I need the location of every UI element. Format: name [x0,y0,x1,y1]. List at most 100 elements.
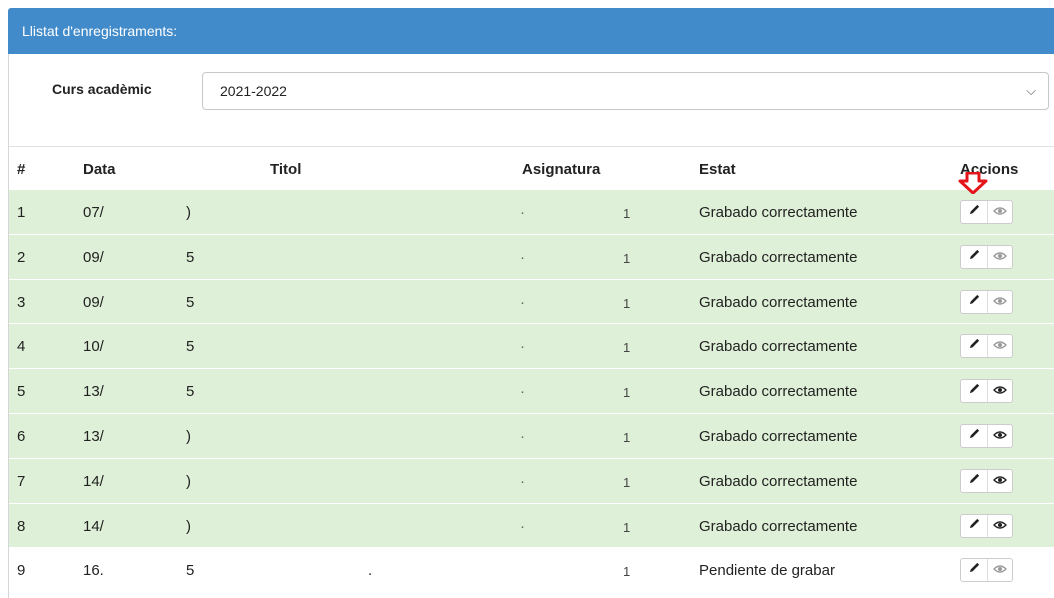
row-actions [960,558,1013,583]
row-number: 8 [17,517,26,535]
eye-icon [993,428,1007,443]
eye-icon [993,338,1007,353]
table-row: 9 16. 5. 1 Pendiente de grabar [9,547,1054,593]
row-data: 10/ [83,338,104,356]
row-actions [960,424,1013,448]
eye-icon [993,473,1007,488]
row-actions [960,289,1013,314]
column-header-data[interactable]: Data [83,161,116,178]
column-header-num[interactable]: # [17,161,25,178]
row-titol: . [368,562,373,580]
row-estat: Pendiente de grabar [699,562,835,580]
row-asignatura-mark: · [520,383,525,401]
eye-icon [993,518,1007,533]
view-button[interactable] [987,246,1013,268]
row-number: 7 [17,472,26,490]
edit-button[interactable] [961,245,988,268]
column-header-estat[interactable]: Estat [699,161,736,178]
table-row: 1 07/) · 1 Grabado correctamente [9,189,1054,234]
divider [9,146,1054,147]
row-data: 13/ [83,428,104,445]
row-asignatura: 1 [623,430,631,445]
row-asignatura: 1 [623,340,631,356]
pencil-icon [968,338,981,353]
row-estat: Grabado correctamente [699,204,858,221]
view-button[interactable] [987,380,1013,402]
row-number: 5 [17,383,26,401]
row-estat: Grabado correctamente [699,293,858,311]
row-asignatura: 1 [623,385,631,401]
row-data: 09/ [83,248,104,266]
row-data-fragment: 5 [186,248,195,266]
row-actions [960,513,1013,538]
view-button[interactable] [987,470,1013,492]
table-row: 7 14/) · 1 Grabado correctamente [9,457,1054,503]
row-estat: Grabado correctamente [699,428,858,445]
pencil-icon [968,204,981,219]
red-down-arrow-icon [958,172,988,194]
panel-title: Llistat d'enregistraments: [22,23,178,39]
row-estat: Grabado correctamente [699,338,858,356]
row-number: 1 [17,204,26,221]
curs-academic-label: Curs acadèmic [52,81,152,97]
view-button[interactable] [987,201,1013,223]
row-data: 14/ [83,517,104,535]
table-row: 4 10/5 · 1 Grabado correctamente [9,323,1054,369]
view-button[interactable] [987,291,1013,313]
row-actions [960,379,1013,404]
row-asignatura: 1 [623,564,631,580]
row-data-fragment: 5 [186,293,195,311]
edit-button[interactable] [961,514,988,537]
view-button[interactable] [987,559,1013,581]
row-asignatura-mark: · [520,204,525,221]
row-asignatura: 1 [623,250,631,266]
row-asignatura: 1 [623,474,631,490]
edit-button[interactable] [961,469,988,492]
eye-icon [993,562,1007,577]
edit-button[interactable] [961,380,988,403]
eye-icon [993,294,1007,309]
row-data-fragment: ) [186,517,191,535]
row-data: 13/ [83,383,104,401]
edit-button[interactable] [961,559,988,582]
view-button[interactable] [987,425,1013,447]
row-data: 09/ [83,293,104,311]
row-asignatura-mark: · [520,428,525,445]
pencil-icon [968,249,981,264]
row-number: 3 [17,293,26,311]
edit-button[interactable] [961,201,988,223]
row-asignatura-mark: · [520,338,525,356]
row-data: 14/ [83,472,104,490]
eye-icon [993,383,1007,398]
eye-icon [993,249,1007,264]
row-data-fragment: ) [186,204,191,221]
row-asignatura: 1 [623,206,631,221]
edit-button[interactable] [961,290,988,313]
pencil-icon [968,518,981,533]
row-data: 07/ [83,204,104,221]
curs-academic-value: 2021-2022 [220,83,287,99]
view-button[interactable] [987,335,1013,357]
row-asignatura: 1 [623,519,631,535]
view-button[interactable] [987,515,1013,537]
row-actions [960,244,1013,269]
pencil-icon [968,562,981,577]
table-row: 6 13/) · 1 Grabado correctamente [9,413,1054,458]
table-row: 8 14/) · 1 Grabado correctamente [9,502,1054,548]
column-header-asignatura[interactable]: Asignatura [522,161,600,178]
row-estat: Grabado correctamente [699,248,858,266]
row-asignatura-mark: · [520,517,525,535]
column-header-titol[interactable]: Titol [270,161,301,178]
row-estat: Grabado correctamente [699,472,858,490]
row-asignatura: 1 [623,295,631,311]
row-data-fragment: ) [186,472,191,490]
row-data: 16. [83,562,104,580]
table-row: 3 09/5 · 1 Grabado correctamente [9,278,1054,324]
curs-academic-select[interactable]: 2021-2022 ⌵ [202,72,1049,110]
row-number: 9 [17,562,26,580]
row-asignatura-mark: · [520,293,525,311]
row-asignatura-mark: · [520,472,525,490]
edit-button[interactable] [961,425,988,447]
pencil-icon [968,383,981,398]
edit-button[interactable] [961,335,988,358]
